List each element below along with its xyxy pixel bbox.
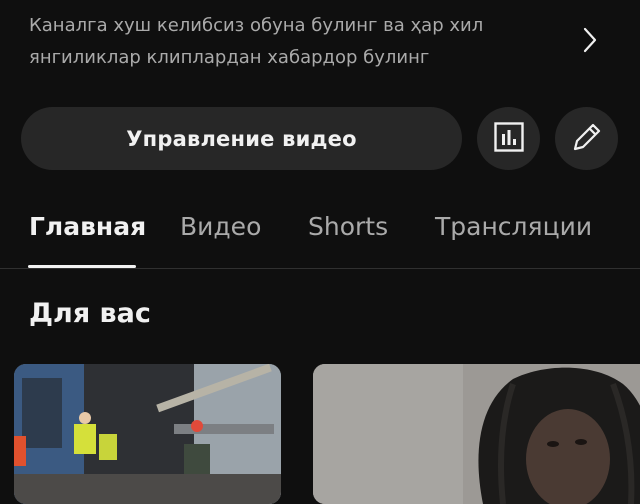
tabs-divider — [0, 268, 640, 269]
tab-home[interactable]: Главная — [29, 210, 146, 244]
tab-live[interactable]: Трансляции — [435, 210, 592, 244]
tab-videos[interactable]: Видео — [180, 210, 261, 244]
section-title: Для вас — [29, 298, 151, 329]
analytics-icon — [493, 121, 525, 157]
video-thumbnail[interactable] — [14, 364, 281, 504]
channel-description[interactable]: Каналга хуш келибсиз обуна булинг ва ҳар… — [29, 10, 549, 74]
tab-shorts[interactable]: Shorts — [308, 210, 388, 244]
channel-description-line-1: Каналга хуш келибсиз обуна булинг ва ҳар… — [29, 15, 484, 36]
manage-videos-button[interactable]: Управление видео — [21, 107, 462, 170]
chevron-right-icon[interactable] — [576, 24, 604, 56]
analytics-button[interactable] — [477, 107, 540, 170]
pencil-icon — [570, 120, 604, 158]
channel-tabs: Главная Видео Shorts Трансляции — [0, 195, 640, 269]
video-thumbnail-image — [14, 364, 281, 504]
video-thumbnail[interactable] — [313, 364, 640, 504]
edit-channel-button[interactable] — [555, 107, 618, 170]
video-thumbnail-image — [313, 364, 640, 504]
channel-description-line-2: янгиликлар клиплардан хабардор булинг — [29, 47, 430, 68]
